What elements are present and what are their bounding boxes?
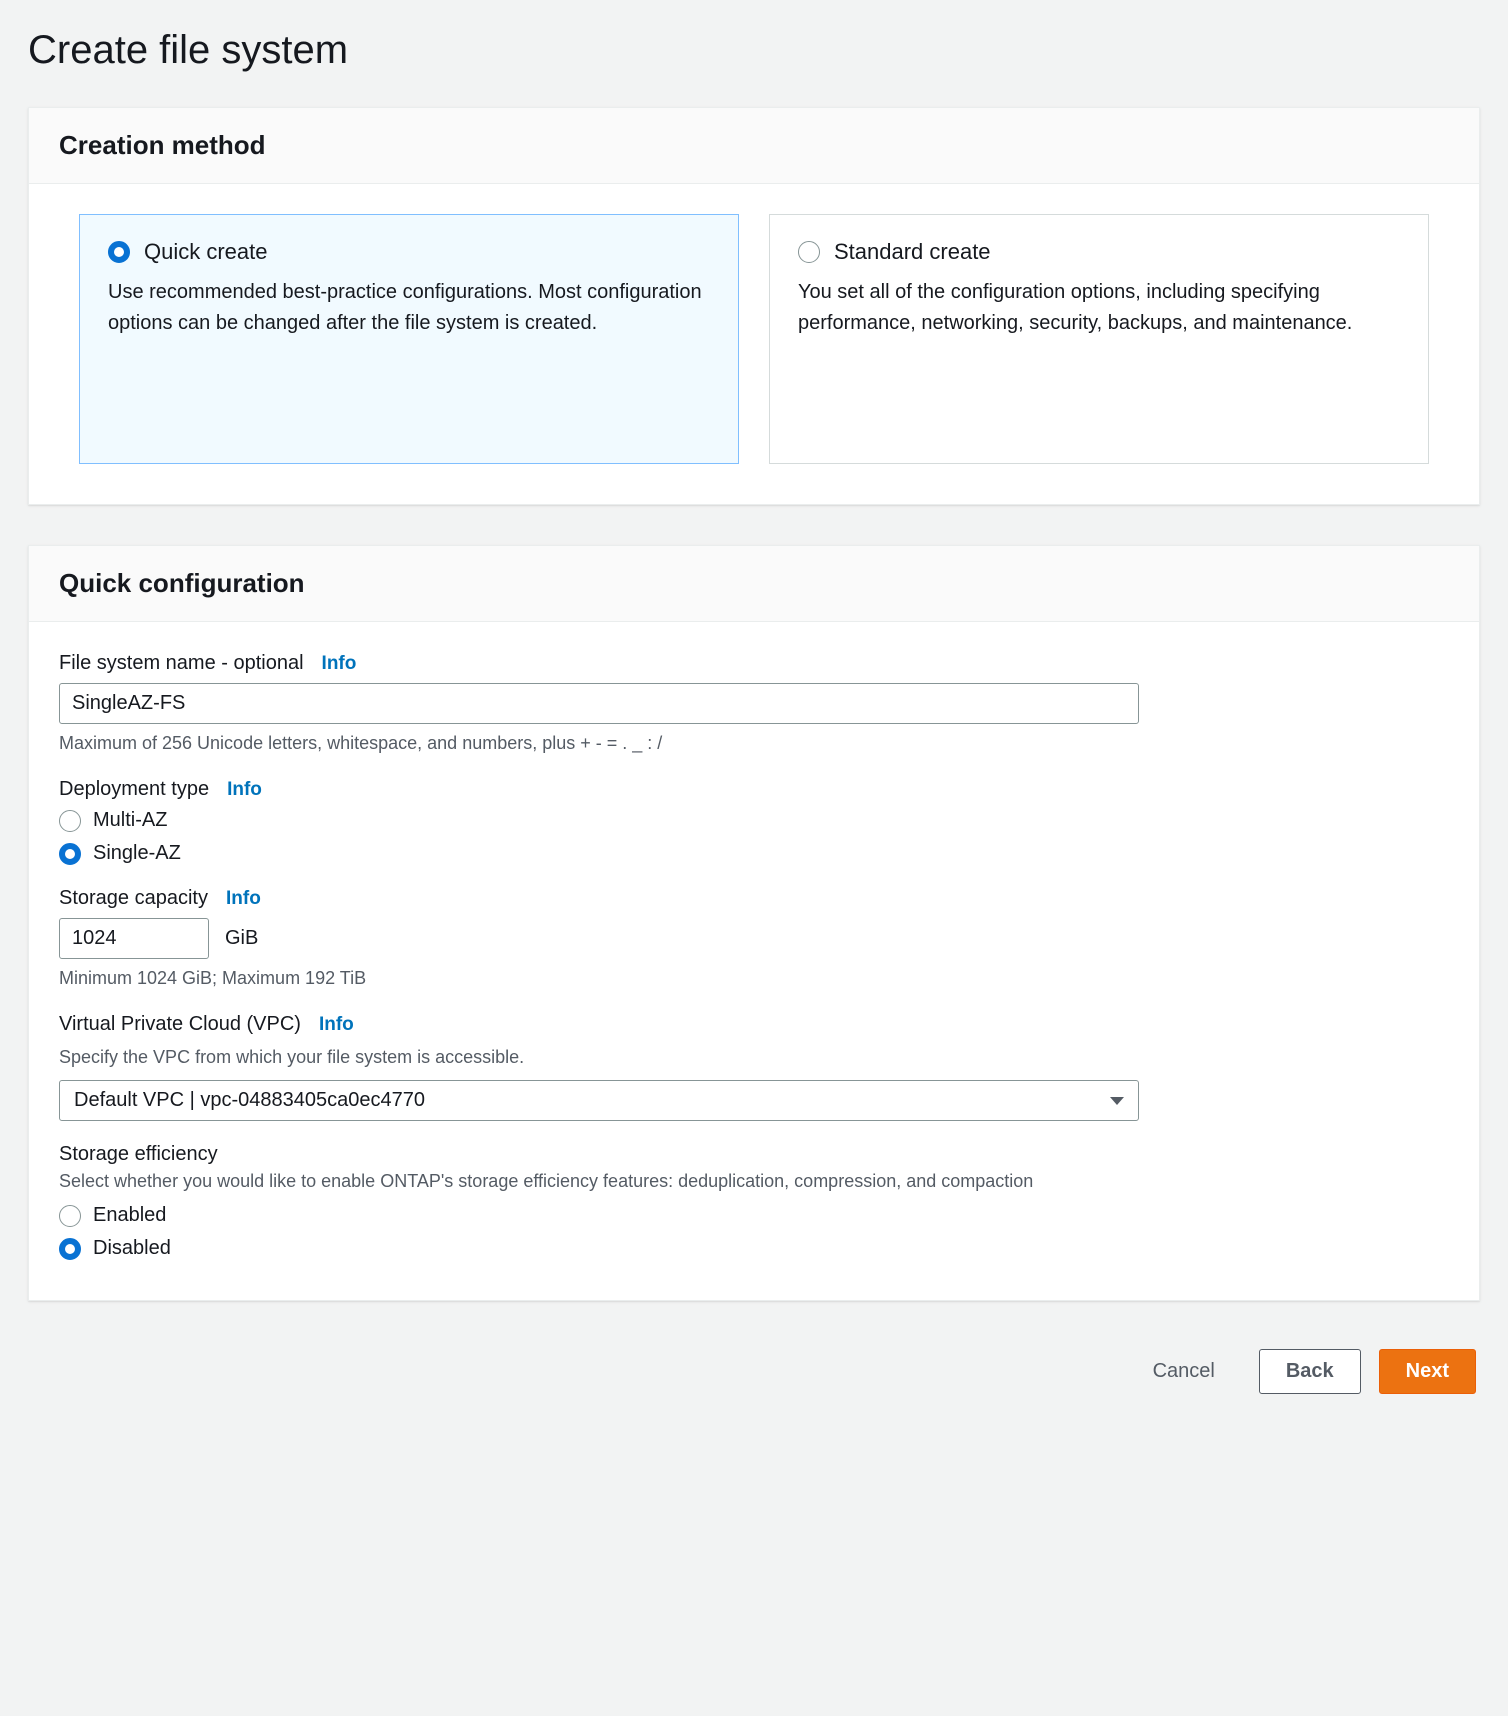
deployment-single-az-radio[interactable]: Single-AZ <box>59 842 1449 865</box>
creation-option-description: You set all of the configuration options… <box>798 277 1400 339</box>
footer-actions: Cancel Back Next <box>28 1341 1480 1394</box>
vpc-sublabel: Specify the VPC from which your file sys… <box>59 1044 1449 1070</box>
chevron-down-icon <box>1110 1097 1124 1105</box>
file-system-name-hint: Maximum of 256 Unicode letters, whitespa… <box>59 730 1449 756</box>
storage-capacity-hint: Minimum 1024 GiB; Maximum 192 TiB <box>59 965 1449 991</box>
storage-capacity-label: Storage capacity <box>59 887 208 910</box>
creation-method-header: Creation method <box>29 108 1479 184</box>
deployment-option-label: Single-AZ <box>93 842 181 865</box>
deployment-type-label: Deployment type <box>59 778 209 801</box>
storage-efficiency-option-label: Enabled <box>93 1204 166 1227</box>
storage-capacity-unit: GiB <box>225 927 258 950</box>
radio-icon <box>798 241 820 263</box>
next-button[interactable]: Next <box>1379 1349 1476 1394</box>
quick-configuration-header: Quick configuration <box>29 546 1479 622</box>
vpc-label: Virtual Private Cloud (VPC) <box>59 1013 301 1036</box>
deployment-multi-az-radio[interactable]: Multi-AZ <box>59 809 1449 832</box>
storage-capacity-input[interactable] <box>59 918 209 959</box>
storage-efficiency-option-label: Disabled <box>93 1237 171 1260</box>
radio-icon <box>59 810 81 832</box>
creation-option-description: Use recommended best-practice configurat… <box>108 277 710 339</box>
radio-icon <box>108 241 130 263</box>
field-file-system-name: File system name - optional Info Maximum… <box>59 652 1449 756</box>
quick-configuration-panel: Quick configuration File system name - o… <box>28 545 1480 1301</box>
info-link-deployment-type[interactable]: Info <box>227 779 262 801</box>
radio-icon <box>59 1238 81 1260</box>
info-link-vpc[interactable]: Info <box>319 1014 354 1036</box>
cancel-button[interactable]: Cancel <box>1127 1350 1241 1393</box>
deployment-option-label: Multi-AZ <box>93 809 167 832</box>
storage-efficiency-sublabel: Select whether you would like to enable … <box>59 1168 1449 1194</box>
vpc-selected-text: Default VPC | vpc-04883405ca0ec4770 <box>74 1089 425 1112</box>
file-system-name-input[interactable] <box>59 683 1139 724</box>
quick-configuration-title: Quick configuration <box>59 568 1449 599</box>
back-button[interactable]: Back <box>1259 1349 1361 1394</box>
creation-option-title: Standard create <box>834 239 991 265</box>
creation-method-panel: Creation method Quick create Use recomme… <box>28 107 1480 505</box>
field-vpc: Virtual Private Cloud (VPC) Info Specify… <box>59 1013 1449 1121</box>
creation-option-standard-create[interactable]: Standard create You set all of the confi… <box>769 214 1429 464</box>
creation-option-quick-create[interactable]: Quick create Use recommended best-practi… <box>79 214 739 464</box>
info-link-file-system-name[interactable]: Info <box>322 653 357 675</box>
info-link-storage-capacity[interactable]: Info <box>226 888 261 910</box>
radio-icon <box>59 1205 81 1227</box>
storage-efficiency-label: Storage efficiency <box>59 1143 218 1166</box>
creation-option-title: Quick create <box>144 239 268 265</box>
field-storage-efficiency: Storage efficiency Select whether you wo… <box>59 1143 1449 1260</box>
vpc-select[interactable]: Default VPC | vpc-04883405ca0ec4770 <box>59 1080 1139 1121</box>
page-title: Create file system <box>28 28 1480 73</box>
radio-icon <box>59 843 81 865</box>
storage-efficiency-enabled-radio[interactable]: Enabled <box>59 1204 1449 1227</box>
storage-efficiency-disabled-radio[interactable]: Disabled <box>59 1237 1449 1260</box>
field-deployment-type: Deployment type Info Multi-AZ Single-AZ <box>59 778 1449 865</box>
field-storage-capacity: Storage capacity Info GiB Minimum 1024 G… <box>59 887 1449 991</box>
file-system-name-label: File system name - optional <box>59 652 304 675</box>
creation-method-title: Creation method <box>59 130 1449 161</box>
